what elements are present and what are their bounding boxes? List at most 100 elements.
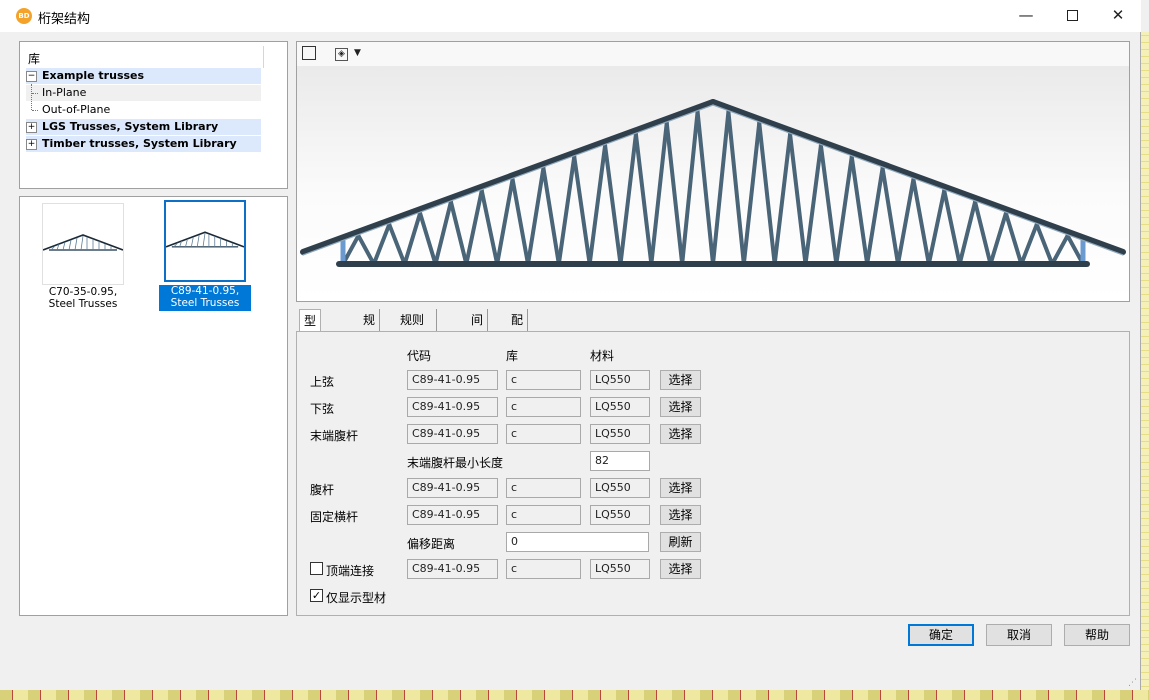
cancel-button[interactable]: 取消 xyxy=(986,624,1052,646)
view-options-icon[interactable]: ◈ xyxy=(335,45,348,61)
tree-connector-line xyxy=(32,110,38,111)
maximize-button[interactable] xyxy=(1049,0,1095,30)
profiles-only-label[interactable]: 仅显示型材 xyxy=(326,589,386,606)
truss-web-member xyxy=(603,143,623,266)
truss-web-member xyxy=(402,211,423,266)
bottom-chord-select-button[interactable]: 选择 xyxy=(660,397,701,417)
end-web-select-button[interactable]: 选择 xyxy=(660,424,701,444)
background-app-strip-bottom xyxy=(0,690,1149,700)
profile-data-panel: 代码 库 材料 上弦 C89-41-0.95 c LQ550 选择 下弦 C89… xyxy=(296,331,1130,616)
code-column-header: 代码 xyxy=(407,349,432,363)
truss-web-member xyxy=(926,188,947,266)
bottom-chord-library-field[interactable]: c xyxy=(506,397,581,417)
top-chord-library-field[interactable]: c xyxy=(506,370,581,390)
expand-icon[interactable]: + xyxy=(26,122,37,133)
truss-web-member xyxy=(741,120,762,266)
end-web-material-field[interactable]: LQ550 xyxy=(590,424,650,444)
tab-profile-data[interactable]: 型材数据 xyxy=(299,309,322,394)
fixed-tie-code-field[interactable]: C89-41-0.95 xyxy=(407,505,498,525)
top-chord-material-field[interactable]: LQ550 xyxy=(590,370,650,390)
library-tree[interactable]: 库 − Example trusses In-Plane Out-of-Plan… xyxy=(19,41,288,189)
top-connection-code-field[interactable]: C89-41-0.95 xyxy=(407,559,498,579)
truss-web-member xyxy=(834,154,854,266)
truss-thumbnail[interactable] xyxy=(42,203,124,285)
library-column-header: 库 xyxy=(506,349,519,363)
tree-connector-line xyxy=(32,93,38,94)
profiles-only-checkbox[interactable]: ✓ xyxy=(310,589,323,602)
truss-web-member xyxy=(680,109,700,266)
end-web-min-length-label: 末端腹杆最小长度 xyxy=(407,456,504,470)
truss-web-member xyxy=(526,166,546,266)
truss-web-member xyxy=(1003,211,1024,266)
truss-caption-selected[interactable]: C89-41-0.95, Steel Trusses xyxy=(159,285,251,311)
top-chord-code-field[interactable]: C89-41-0.95 xyxy=(407,370,498,390)
truss-web-member xyxy=(818,143,839,266)
tree-group-example-trusses[interactable]: − Example trusses xyxy=(26,68,261,84)
close-button[interactable]: ✕ xyxy=(1095,0,1141,30)
end-web-min-length-input[interactable]: 82 xyxy=(590,451,650,471)
truss-top-chord-right xyxy=(710,99,1126,255)
help-button[interactable]: 帮助 xyxy=(1064,624,1130,646)
tab-spacing[interactable]: 间距 xyxy=(467,309,489,349)
top-connection-material-field[interactable]: LQ550 xyxy=(590,559,650,579)
truss-thumbnail-selected[interactable] xyxy=(164,200,246,282)
truss-gallery[interactable]: C70-35-0.95, Steel Trusses C89-41-0.95, … xyxy=(19,196,288,616)
collapse-icon[interactable]: − xyxy=(26,71,37,82)
truss-top-chord-highlight xyxy=(302,104,714,256)
web-library-field[interactable]: c xyxy=(506,478,581,498)
resize-grip-icon[interactable]: ⋰ xyxy=(1128,678,1140,690)
window-title: 桁架结构 xyxy=(38,12,91,27)
title-bar: BD 桁架结构 — ✕ xyxy=(0,0,1141,32)
truss-preview-viewport[interactable]: ◈ ▼ xyxy=(296,41,1130,302)
top-chord-label: 上弦 xyxy=(310,375,335,389)
tree-group-timber-trusses[interactable]: + Timber trusses, System Library xyxy=(26,136,261,152)
tree-column-header[interactable]: 库 xyxy=(24,46,264,68)
truss-web-member xyxy=(957,199,978,266)
web-select-button[interactable]: 选择 xyxy=(660,478,701,498)
bottom-chord-code-field[interactable]: C89-41-0.95 xyxy=(407,397,498,417)
close-icon: ✕ xyxy=(1111,6,1125,24)
expand-icon[interactable]: + xyxy=(26,139,37,150)
fixed-tie-material-field[interactable]: LQ550 xyxy=(590,505,650,525)
end-web-code-field[interactable]: C89-41-0.95 xyxy=(407,424,498,444)
truss-web-member xyxy=(448,199,469,266)
truss-web-member xyxy=(942,188,962,266)
tab-accessories[interactable]: 配件 xyxy=(507,309,529,349)
background-app-strip-right xyxy=(1141,32,1149,700)
offset-distance-input[interactable]: 0 xyxy=(506,532,649,552)
web-code-field[interactable]: C89-41-0.95 xyxy=(407,478,498,498)
fixed-tie-label: 固定横杆 xyxy=(310,510,359,524)
ok-button[interactable]: 确定 xyxy=(908,624,974,646)
fixed-tie-select-button[interactable]: 选择 xyxy=(660,505,701,525)
web-material-field[interactable]: LQ550 xyxy=(590,478,650,498)
truss-web-member xyxy=(572,154,592,266)
truss-caption[interactable]: C70-35-0.95, Steel Trusses xyxy=(36,286,130,310)
tree-item-in-plane[interactable]: In-Plane xyxy=(26,85,261,101)
fit-view-icon[interactable] xyxy=(302,45,316,64)
tree-item-out-of-plane[interactable]: Out-of-Plane xyxy=(26,102,261,118)
truss-3d-canvas[interactable] xyxy=(297,66,1129,301)
truss-web-member xyxy=(418,211,438,266)
dropdown-arrow-icon[interactable]: ▼ xyxy=(354,48,361,58)
tab-rules-2[interactable]: 规则（2） xyxy=(396,309,437,349)
bottom-chord-material-field[interactable]: LQ550 xyxy=(590,397,650,417)
top-connection-label[interactable]: 顶端连接 xyxy=(326,562,374,579)
refresh-button[interactable]: 刷新 xyxy=(660,532,701,552)
truss-thumbnail-image xyxy=(42,234,124,251)
offset-distance-label: 偏移距离 xyxy=(407,537,456,551)
top-chord-select-button[interactable]: 选择 xyxy=(660,370,701,390)
truss-web-member xyxy=(1019,222,1039,266)
tab-rules[interactable]: 规则 xyxy=(359,309,381,349)
tree-group-lgs-trusses[interactable]: + LGS Trusses, System Library xyxy=(26,119,261,135)
top-connection-select-button[interactable]: 选择 xyxy=(660,559,701,579)
top-connection-checkbox[interactable] xyxy=(310,562,323,575)
minimize-button[interactable]: — xyxy=(1003,0,1049,30)
truss-web-member xyxy=(371,222,392,266)
end-web-library-field[interactable]: c xyxy=(506,424,581,444)
truss-top-chord-left xyxy=(300,99,716,255)
fixed-tie-library-field[interactable]: c xyxy=(506,505,581,525)
truss-web-member xyxy=(664,120,685,266)
truss-web-member xyxy=(541,166,561,266)
checkmark-icon: ✓ xyxy=(311,589,322,602)
top-connection-library-field[interactable]: c xyxy=(506,559,581,579)
